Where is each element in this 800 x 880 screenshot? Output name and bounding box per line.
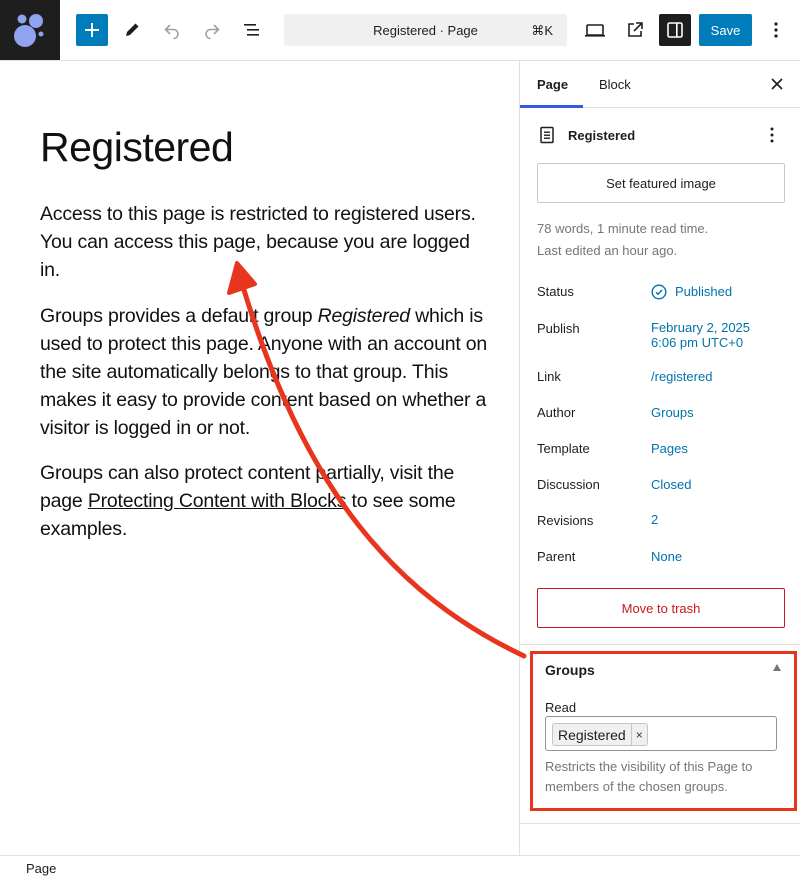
revisions-label: Revisions <box>537 513 594 528</box>
undo-icon <box>164 24 179 40</box>
page-summary-title: Registered <box>568 128 636 143</box>
collapse-caret-icon[interactable] <box>773 664 781 671</box>
last-edited: Last edited an hour ago. <box>537 243 678 258</box>
list-view-icon <box>244 24 259 36</box>
set-featured-image-button[interactable]: Set featured image <box>537 163 785 203</box>
link-value[interactable]: /registered <box>651 369 712 384</box>
paragraph-block[interactable]: Groups provides a default group Register… <box>40 302 490 442</box>
redo-button[interactable] <box>196 14 228 46</box>
panel-divider <box>520 644 800 645</box>
active-tab-indicator <box>520 105 583 108</box>
status-label: Status <box>537 284 574 299</box>
groups-panel: Groups Read Registered × Restricts the v… <box>530 651 797 811</box>
status-value[interactable]: Published <box>651 284 732 300</box>
emphasis-text: Registered <box>317 305 411 327</box>
undo-button[interactable] <box>156 14 188 46</box>
published-check-icon <box>651 284 667 300</box>
plus-icon <box>85 23 99 37</box>
command-palette-button[interactable]: Registered · Page ⌘K <box>284 14 567 46</box>
revisions-value[interactable]: 2 <box>651 512 658 527</box>
discussion-label: Discussion <box>537 477 600 492</box>
sidebar-icon <box>667 22 683 38</box>
publish-label: Publish <box>537 321 580 336</box>
external-link-icon <box>628 22 643 37</box>
sidebar-tabs: Page Block <box>520 61 800 108</box>
parent-label: Parent <box>537 549 576 564</box>
block-breadcrumb[interactable]: Page <box>26 861 56 876</box>
template-label: Template <box>537 441 590 456</box>
document-title: Registered · Page <box>373 23 478 38</box>
author-value[interactable]: Groups <box>651 405 694 420</box>
parent-value[interactable]: None <box>651 549 682 564</box>
groups-help-text: Restricts the visibility of this Page to… <box>545 759 753 794</box>
page-title[interactable]: Registered <box>40 124 234 171</box>
close-sidebar-button[interactable] <box>766 73 788 95</box>
site-logo[interactable] <box>0 0 60 60</box>
more-vertical-icon <box>774 22 778 38</box>
more-vertical-icon <box>770 127 774 143</box>
view-page-button[interactable] <box>619 14 651 46</box>
word-count: 78 words, 1 minute read time. <box>537 221 709 236</box>
settings-sidebar: Page Block Registered Set featured image… <box>519 61 800 855</box>
author-label: Author <box>537 405 576 420</box>
selected-group-chip: Registered × <box>552 723 648 746</box>
tab-page[interactable]: Page <box>537 77 568 92</box>
paragraph-text: Groups provides a default group <box>40 305 318 327</box>
panel-divider <box>520 823 800 824</box>
read-label: Read <box>545 700 577 715</box>
status-text: Published <box>675 284 733 299</box>
groups-panel-title[interactable]: Groups <box>545 662 595 678</box>
template-value[interactable]: Pages <box>651 441 688 456</box>
editor-footer: Page <box>0 855 800 880</box>
selected-group-label: Registered <box>558 726 626 743</box>
remove-group-button[interactable]: × <box>630 724 647 745</box>
paragraph-block[interactable]: Groups can also protect content partiall… <box>40 459 490 543</box>
paragraph-block[interactable]: Access to this page is restricted to reg… <box>40 200 490 284</box>
document-overview-button[interactable] <box>236 14 268 46</box>
keyboard-shortcut: ⌘K <box>531 23 553 38</box>
desktop-icon <box>585 24 605 37</box>
link-label: Link <box>537 369 561 384</box>
add-block-button[interactable] <box>76 14 108 46</box>
editor-canvas[interactable]: Registered Access to this page is restri… <box>0 61 519 855</box>
redo-icon <box>205 24 220 40</box>
tools-button[interactable] <box>116 14 148 46</box>
discussion-value[interactable]: Closed <box>651 477 691 492</box>
page-icon <box>540 126 554 144</box>
options-button[interactable] <box>760 14 792 46</box>
preview-button[interactable] <box>579 14 611 46</box>
page-actions-button[interactable] <box>763 125 781 145</box>
protecting-content-link[interactable]: Protecting Content with Blocks <box>88 490 347 512</box>
save-button[interactable]: Save <box>699 14 752 46</box>
pencil-icon <box>126 23 139 36</box>
settings-toggle-button[interactable] <box>659 14 691 46</box>
tab-block[interactable]: Block <box>599 77 631 92</box>
close-icon <box>771 78 783 90</box>
move-to-trash-button[interactable]: Move to trash <box>537 588 785 628</box>
editor-toolbar: Registered · Page ⌘K Save <box>0 0 800 61</box>
publish-date: February 2, 2025 <box>651 320 751 335</box>
publish-date-value[interactable]: February 2, 2025 6:06 pm UTC+0 <box>651 320 750 350</box>
groups-logo-icon <box>14 14 44 47</box>
read-groups-select[interactable]: Registered × <box>545 716 777 751</box>
publish-time: 6:06 pm UTC+0 <box>651 335 744 350</box>
